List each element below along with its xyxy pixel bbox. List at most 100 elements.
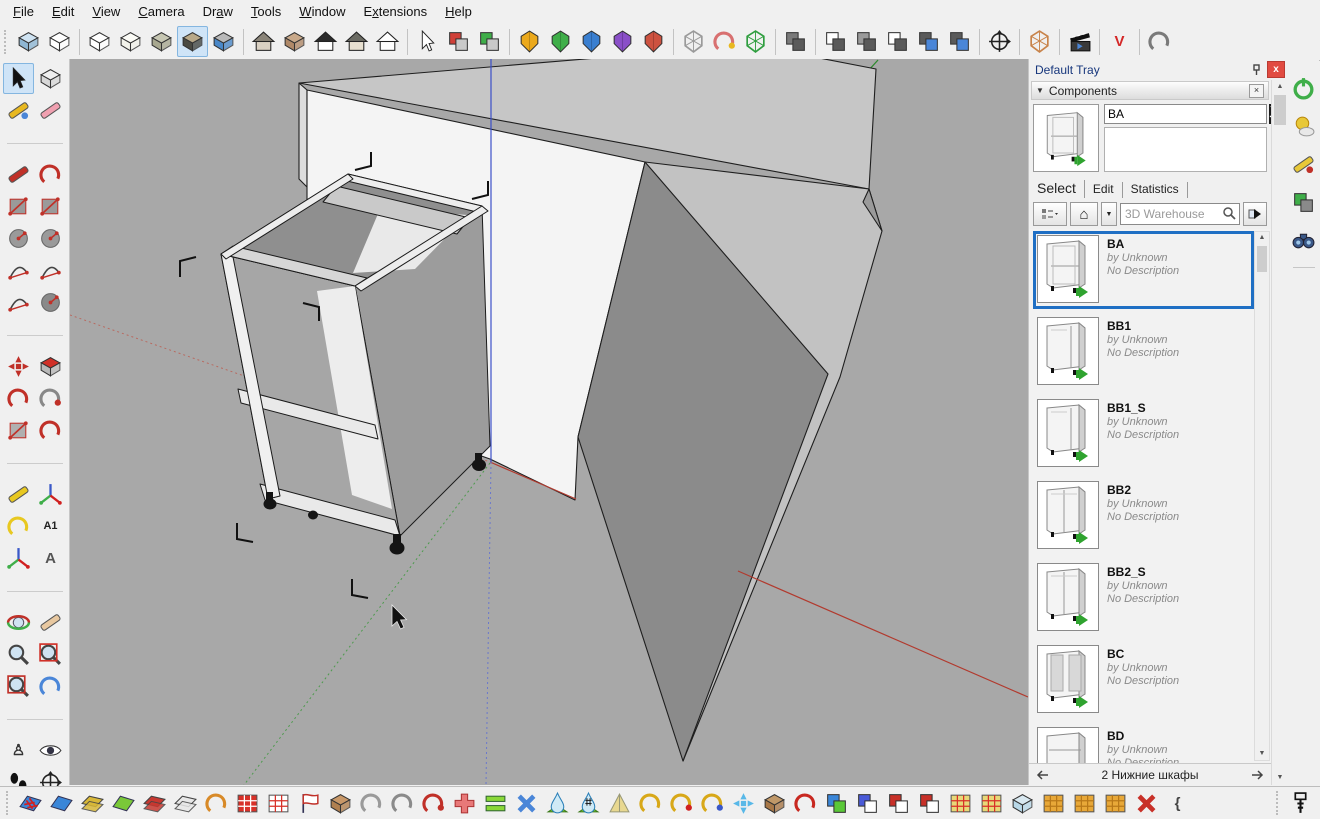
rotate-tool-icon[interactable]: [3, 383, 34, 414]
position-camera-tool-icon[interactable]: ♙: [3, 735, 34, 766]
tab-select[interactable]: Select: [1035, 180, 1085, 198]
tray-close-button[interactable]: x: [1267, 61, 1285, 78]
move-tool-icon[interactable]: [3, 351, 34, 382]
scroll-down-icon[interactable]: ▼: [1259, 748, 1266, 760]
zoom-extents-tool-icon[interactable]: [3, 671, 34, 702]
menu-item-camera[interactable]: Camera: [129, 1, 193, 22]
plugin-power-icon[interactable]: [1288, 73, 1319, 104]
component-item-BB2_S[interactable]: BB2_Sby UnknownNo Description: [1033, 559, 1254, 637]
solid-intersect-icon[interactable]: [851, 26, 882, 57]
swirl-orange-icon[interactable]: [201, 788, 232, 819]
curve-x-gold-icon[interactable]: [666, 788, 697, 819]
home-icon-button[interactable]: ⌂: [1070, 202, 1098, 226]
tiles-white-icon[interactable]: [170, 788, 201, 819]
component-item-BB2[interactable]: BB2by UnknownNo Description: [1033, 477, 1254, 555]
protractor-tool-icon[interactable]: [3, 511, 34, 542]
binoculars-icon[interactable]: [1288, 225, 1319, 256]
pie-tool-icon[interactable]: [35, 287, 66, 318]
rotated-rectangle-tool-icon[interactable]: [35, 191, 66, 222]
make-component-icon[interactable]: [35, 63, 66, 94]
next-page-icon[interactable]: [1251, 769, 1265, 781]
surface-gold-stack-icon[interactable]: [77, 788, 108, 819]
style-shaded-icon[interactable]: [146, 26, 177, 57]
scroll-up-icon[interactable]: ▲: [1259, 232, 1266, 244]
hatch-orange-icon[interactable]: [1038, 788, 1069, 819]
eraser-icon[interactable]: [35, 95, 66, 126]
tray-scroll-down-icon[interactable]: ▼: [1277, 772, 1284, 784]
cube-rotate-red-icon[interactable]: [883, 788, 914, 819]
component-reload-red-icon[interactable]: [474, 26, 505, 57]
table-red-lines-icon[interactable]: [263, 788, 294, 819]
dimensions-tool-icon[interactable]: [35, 479, 66, 510]
menu-item-window[interactable]: Window: [290, 1, 354, 22]
circle-tool-icon[interactable]: [3, 223, 34, 254]
cube-paper-blue-icon[interactable]: [852, 788, 883, 819]
grid-hash-blue-icon[interactable]: [15, 788, 46, 819]
menu-item-view[interactable]: View: [83, 1, 129, 22]
geodesic-green-icon[interactable]: [740, 26, 771, 57]
navigate-forward-button[interactable]: [1243, 202, 1267, 226]
component-item-BA[interactable]: BAby UnknownNo Description: [1033, 231, 1254, 309]
select-hand-icon[interactable]: [412, 26, 443, 57]
surface-blue-icon[interactable]: [46, 788, 77, 819]
tab-statistics[interactable]: Statistics: [1123, 182, 1188, 198]
zoom-tool-icon[interactable]: [3, 639, 34, 670]
search-icon[interactable]: [1222, 206, 1237, 224]
orbit-tool-icon[interactable]: [3, 607, 34, 638]
view-3d-house-icon[interactable]: [248, 26, 279, 57]
cross-blue-icon[interactable]: [511, 788, 542, 819]
cube-rotate-red-2-icon[interactable]: [914, 788, 945, 819]
push-pull-tool-icon[interactable]: [35, 351, 66, 382]
toolbar-grip[interactable]: [4, 30, 9, 54]
solid-outer-shell-icon[interactable]: [820, 26, 851, 57]
brace-points-icon[interactable]: {: [1162, 788, 1193, 819]
menu-item-extensions[interactable]: Extensions: [355, 1, 437, 22]
offset-tool-icon[interactable]: [35, 415, 66, 446]
quads-yellow-arrows-icon[interactable]: [976, 788, 1007, 819]
clamp-tool-icon[interactable]: [1285, 788, 1316, 819]
viewport-canvas[interactable]: [70, 59, 1028, 785]
undo-red-icon[interactable]: [790, 788, 821, 819]
rectangle-tool-icon[interactable]: [3, 191, 34, 222]
view-options-button[interactable]: [1033, 202, 1067, 226]
sketch-note-icon[interactable]: [1288, 149, 1319, 180]
flag-white-red-icon[interactable]: [294, 788, 325, 819]
freehand-tool-icon[interactable]: [35, 159, 66, 190]
house-flat-roof-icon[interactable]: [341, 26, 372, 57]
cube-points-blue-icon[interactable]: [1007, 788, 1038, 819]
scale-tool-icon[interactable]: [3, 415, 34, 446]
3d-text-tool-icon[interactable]: A: [35, 543, 66, 574]
view-right-icon[interactable]: [607, 26, 638, 57]
style-hidden-line-icon[interactable]: [115, 26, 146, 57]
previous-view-tool-icon[interactable]: [35, 671, 66, 702]
cross-red-icon[interactable]: [449, 788, 480, 819]
home-dropdown-arrow[interactable]: ▼: [1101, 202, 1117, 226]
component-edit-red-icon[interactable]: [443, 26, 474, 57]
polygon-tool-icon[interactable]: [35, 223, 66, 254]
curve-points-red-icon[interactable]: [418, 788, 449, 819]
blocks-green-arrow-icon[interactable]: [821, 788, 852, 819]
paint-bucket-icon[interactable]: [3, 95, 34, 126]
style-wireframe-icon[interactable]: [84, 26, 115, 57]
menu-item-edit[interactable]: Edit: [43, 1, 83, 22]
look-around-tool-icon[interactable]: [35, 735, 66, 766]
hook-gray-icon[interactable]: [387, 788, 418, 819]
wood-joints-icon[interactable]: [325, 788, 356, 819]
view-front-icon[interactable]: [576, 26, 607, 57]
curve-ball-icon[interactable]: [709, 26, 740, 57]
view-top-icon[interactable]: [545, 26, 576, 57]
components-close-button[interactable]: ×: [1249, 84, 1264, 98]
view-iso-icon[interactable]: [514, 26, 545, 57]
components-section-header[interactable]: ▼ Components ×: [1031, 81, 1269, 100]
style-xray-icon[interactable]: [13, 26, 44, 57]
tray-scrollbar-thumb[interactable]: [1274, 95, 1286, 125]
scrollbar-thumb[interactable]: [1257, 246, 1267, 272]
component-name-input[interactable]: [1104, 104, 1267, 124]
frame-yellow-red-icon[interactable]: [945, 788, 976, 819]
open-component-box-icon[interactable]: [279, 26, 310, 57]
pan-tool-icon[interactable]: [35, 607, 66, 638]
move-star-blue-icon[interactable]: [728, 788, 759, 819]
tray-scroll-up-icon[interactable]: ▲: [1277, 81, 1284, 93]
drop-green-icon[interactable]: [542, 788, 573, 819]
toolbar-grip[interactable]: [1276, 791, 1281, 815]
